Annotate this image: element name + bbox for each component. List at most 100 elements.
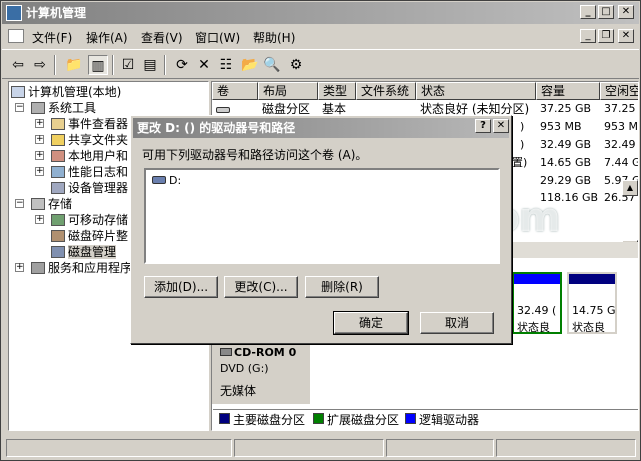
table-row-capacity: 37.25 GB bbox=[540, 102, 592, 115]
open-icon[interactable]: 📂 bbox=[240, 55, 260, 75]
dialog-help-button[interactable]: ? bbox=[475, 119, 491, 133]
dialog-close-button[interactable]: ✕ bbox=[493, 119, 509, 133]
services-icon bbox=[31, 262, 45, 274]
cdrom-media: 无媒体 bbox=[220, 384, 257, 398]
refresh-icon[interactable]: ⟳ bbox=[172, 55, 192, 75]
forward-icon[interactable]: ⇨ bbox=[30, 55, 50, 75]
tree-device-manager[interactable]: 设备管理器 bbox=[51, 180, 128, 196]
table-row-free: 953 MB bbox=[604, 120, 638, 133]
expand-icon[interactable]: + bbox=[35, 215, 44, 224]
mdi-doc-icon[interactable] bbox=[8, 29, 24, 43]
legend-logical-swatch bbox=[405, 413, 416, 424]
change-button[interactable]: 更改(C)... bbox=[224, 276, 298, 298]
add-button[interactable]: 添加(D)... bbox=[144, 276, 218, 298]
partition-status: 状态良 bbox=[572, 321, 605, 334]
help-icon[interactable]: ▤ bbox=[140, 55, 160, 75]
menu-file[interactable]: 文件(F) bbox=[32, 29, 72, 46]
tree-defrag[interactable]: 磁盘碎片整 bbox=[51, 228, 128, 244]
cancel-button[interactable]: 取消 bbox=[420, 312, 494, 334]
back-icon[interactable]: ⇦ bbox=[8, 55, 28, 75]
title-bar: 计算机管理 _ □ ✕ bbox=[2, 2, 639, 24]
collapse-icon[interactable]: − bbox=[15, 103, 24, 112]
event-viewer-icon bbox=[51, 118, 65, 130]
column-layout[interactable]: 布局 bbox=[258, 82, 318, 100]
column-volume[interactable]: 卷 bbox=[212, 82, 258, 100]
device-manager-icon bbox=[51, 182, 65, 194]
cdrom-label-box[interactable]: CD-ROM 0 DVD (G:) 无媒体 bbox=[212, 342, 310, 404]
cdrom-type: DVD (G:) bbox=[220, 362, 269, 375]
expand-icon[interactable]: + bbox=[15, 263, 24, 272]
folder-icon bbox=[51, 134, 65, 146]
toolbar-separator bbox=[54, 55, 56, 75]
cdrom-name-text: CD-ROM 0 bbox=[234, 346, 297, 359]
menu-action[interactable]: 操作(A) bbox=[86, 29, 128, 46]
scroll-up-arrow[interactable]: ▲ bbox=[622, 180, 638, 196]
drive-path-listbox[interactable]: D: bbox=[144, 168, 500, 264]
status-bar bbox=[2, 437, 639, 459]
tree-event-viewer[interactable]: 事件查看器 bbox=[51, 116, 128, 132]
legend-primary-swatch bbox=[219, 413, 230, 424]
expand-icon[interactable]: + bbox=[35, 119, 44, 128]
column-free[interactable]: 空闲空 bbox=[600, 82, 638, 100]
up-folder-icon[interactable]: 📁 bbox=[64, 55, 84, 75]
column-type[interactable]: 类型 bbox=[318, 82, 356, 100]
remove-button[interactable]: 删除(R) bbox=[305, 276, 379, 298]
tree-shared-folders[interactable]: 共享文件夹 bbox=[51, 132, 128, 148]
tree-system-tools[interactable]: 系统工具 bbox=[31, 100, 96, 116]
list-item[interactable]: D: bbox=[152, 174, 181, 188]
table-row-capacity: 953 MB bbox=[540, 120, 582, 133]
search-icon[interactable]: 🔍 bbox=[262, 55, 282, 75]
tree-disk-management[interactable]: 磁盘管理 bbox=[51, 244, 117, 260]
cdrom-icon bbox=[220, 348, 232, 356]
table-row-status: ) bbox=[520, 138, 525, 151]
maximize-button[interactable]: □ bbox=[598, 5, 614, 19]
tree-removable-storage[interactable]: 可移动存储 bbox=[51, 212, 128, 228]
delete-icon[interactable]: ✕ bbox=[194, 55, 214, 75]
tree-perf-logs[interactable]: 性能日志和 bbox=[51, 164, 128, 180]
menu-window[interactable]: 窗口(W) bbox=[195, 29, 240, 46]
mdi-minimize-button[interactable]: _ bbox=[580, 29, 596, 43]
dialog-title-bar: 更改 D: () 的驱动器号和路径 bbox=[133, 118, 509, 138]
storage-icon bbox=[31, 198, 45, 210]
column-filesystem[interactable]: 文件系统 bbox=[356, 82, 416, 100]
toolbar-separator bbox=[164, 55, 166, 75]
column-capacity[interactable]: 容量 bbox=[536, 82, 600, 100]
mdi-restore-button[interactable]: ❐ bbox=[598, 29, 614, 43]
drive-icon bbox=[152, 176, 166, 184]
status-pane bbox=[234, 439, 384, 457]
disk-properties-icon[interactable]: ☷ bbox=[216, 55, 236, 75]
change-drive-letter-dialog: 更改 D: () 的驱动器号和路径 ? ✕ 可用下列驱动器号和路径访问这个卷 (… bbox=[130, 115, 512, 344]
users-icon bbox=[51, 150, 65, 162]
tree-services[interactable]: 服务和应用程序 bbox=[31, 260, 132, 276]
ok-button[interactable]: 确定 bbox=[333, 311, 409, 335]
collapse-icon[interactable]: − bbox=[15, 199, 24, 208]
tree-local-users[interactable]: 本地用户和 bbox=[51, 148, 128, 164]
menu-bar: 文件(F) 操作(A) 查看(V) 窗口(W) 帮助(H) _ ❐ ✕ bbox=[2, 25, 639, 47]
table-row-capacity: 29.29 GB bbox=[540, 174, 592, 187]
menu-help[interactable]: 帮助(H) bbox=[253, 29, 295, 46]
mdi-close-button[interactable]: ✕ bbox=[618, 29, 634, 43]
defrag-icon bbox=[51, 230, 65, 242]
partition-bar bbox=[569, 274, 615, 284]
legend: 主要磁盘分区 扩展磁盘分区 逻辑驱动器 bbox=[213, 409, 638, 427]
expand-icon[interactable]: + bbox=[35, 151, 44, 160]
expand-icon[interactable]: + bbox=[35, 135, 44, 144]
menu-view[interactable]: 查看(V) bbox=[141, 29, 183, 46]
properties-icon[interactable]: ☑ bbox=[118, 55, 138, 75]
tree-storage[interactable]: 存储 bbox=[31, 196, 72, 212]
disk-icon bbox=[51, 246, 65, 258]
show-tree-icon[interactable]: ▥ bbox=[88, 55, 108, 75]
partition-2[interactable]: 14.75 G 状态良 bbox=[567, 272, 617, 334]
partition-1[interactable]: 32.49 ( 状态良 bbox=[512, 272, 562, 334]
toolbar: ⇦ ⇨ 📁 ▥ ☑ ▤ ⟳ ✕ ☷ 📂 🔍 ⚙ bbox=[2, 49, 639, 79]
minimize-button[interactable]: _ bbox=[580, 5, 596, 19]
tree-root[interactable]: 计算机管理(本地) bbox=[11, 84, 121, 100]
table-row-capacity: 14.65 GB bbox=[540, 156, 592, 169]
horizontal-scrollbar[interactable] bbox=[512, 242, 638, 258]
column-status[interactable]: 状态 bbox=[416, 82, 536, 100]
legend-extended-swatch bbox=[313, 413, 324, 424]
close-button[interactable]: ✕ bbox=[618, 5, 634, 19]
status-pane bbox=[386, 439, 494, 457]
settings-icon[interactable]: ⚙ bbox=[286, 55, 306, 75]
expand-icon[interactable]: + bbox=[35, 167, 44, 176]
